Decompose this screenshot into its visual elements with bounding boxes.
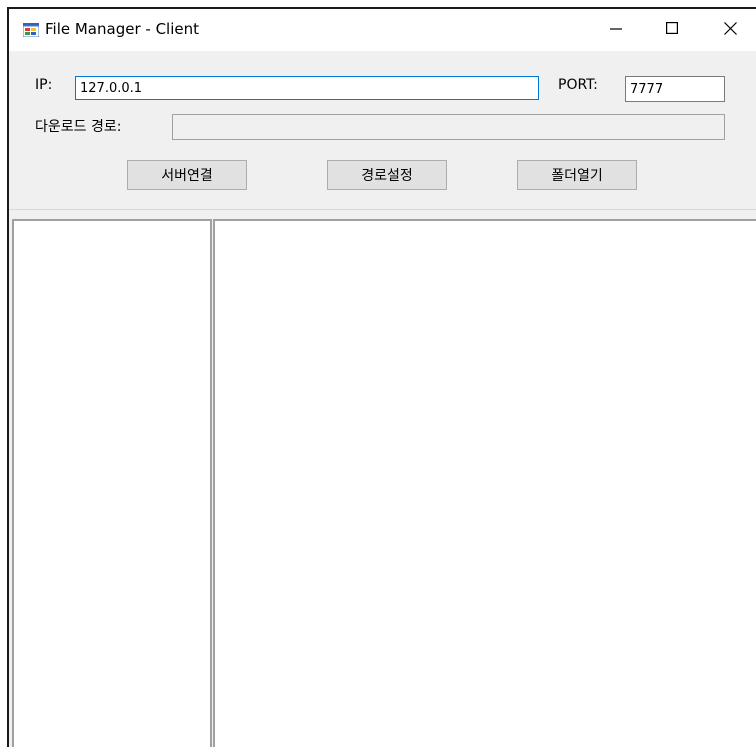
- maximize-button[interactable]: [649, 9, 695, 51]
- file-list-view[interactable]: [213, 219, 756, 747]
- open-folder-button[interactable]: 폴더열기: [517, 160, 637, 190]
- maximize-icon: [666, 22, 679, 38]
- close-icon: [723, 21, 737, 39]
- minimize-button[interactable]: [593, 9, 639, 51]
- folder-tree-view[interactable]: [12, 219, 212, 747]
- set-path-button[interactable]: 경로설정: [327, 160, 447, 190]
- ip-label: IP:: [35, 77, 53, 93]
- download-path-label: 다운로드 경로:: [35, 119, 122, 135]
- app-window-icon: [22, 23, 40, 38]
- window-title: File Manager - Client: [45, 20, 199, 38]
- connection-form: IP: PORT: 다운로드 경로: 서버연결 경로설정 폴더열기: [9, 51, 756, 209]
- port-input[interactable]: [625, 76, 725, 102]
- form-separator: [9, 209, 756, 210]
- close-button[interactable]: [707, 9, 753, 51]
- title-bar[interactable]: File Manager - Client: [9, 9, 756, 51]
- minimize-icon: [610, 22, 622, 38]
- connect-server-button[interactable]: 서버연결: [127, 160, 247, 190]
- port-label: PORT:: [558, 77, 598, 93]
- ip-input[interactable]: [75, 76, 539, 100]
- client-window: File Manager - Client IP: 127.0.0.1 PORT…: [7, 7, 756, 747]
- download-path-field[interactable]: [172, 114, 725, 140]
